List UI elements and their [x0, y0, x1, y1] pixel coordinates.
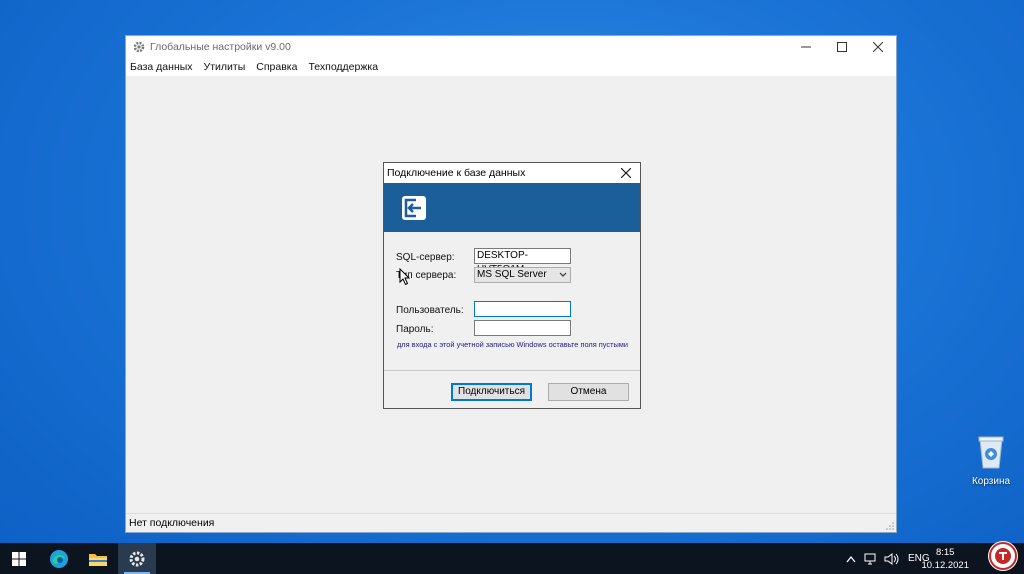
dialog-separator — [384, 370, 640, 371]
recycle-bin-label: Корзина — [971, 476, 1011, 487]
minimize-button[interactable] — [788, 36, 824, 58]
chevron-up-icon[interactable] — [846, 555, 856, 563]
connect-button[interactable]: Подключиться — [451, 383, 532, 401]
mouse-cursor-icon — [399, 268, 411, 286]
server-type-select[interactable]: MS SQL Server — [474, 267, 571, 283]
dialog-banner — [384, 183, 640, 232]
dialog-title-bar[interactable]: Подключение к базе данных — [384, 163, 640, 183]
menu-help[interactable]: Справка — [256, 61, 297, 73]
title-bar[interactable]: Глобальные настройки v9.00 — [126, 36, 896, 58]
app-gear-icon — [132, 40, 146, 54]
server-type-value: MS SQL Server — [477, 269, 547, 280]
system-tray: ENG — [846, 543, 930, 574]
window-title: Глобальные настройки v9.00 — [150, 41, 291, 53]
user-input[interactable] — [474, 301, 571, 317]
clock-time: 8:15 — [935, 547, 955, 558]
user-label: Пользователь: — [396, 305, 464, 316]
menu-support[interactable]: Техподдержка — [308, 61, 378, 73]
sql-server-label: SQL-сервер: — [396, 252, 455, 263]
clock[interactable]: 8:15 10.12.2021 — [921, 546, 969, 572]
status-text: Нет подключения — [129, 517, 215, 529]
maximize-button[interactable] — [824, 36, 860, 58]
recycle-bin[interactable]: Корзина — [966, 434, 1016, 487]
clock-date: 10.12.2021 — [921, 560, 969, 571]
channel-logo-icon — [988, 541, 1018, 571]
close-button[interactable] — [860, 36, 896, 58]
dialog-title: Подключение к базе данных — [387, 167, 526, 179]
menu-utilities[interactable]: Утилиты — [204, 61, 246, 73]
edge-icon[interactable] — [40, 543, 78, 574]
menu-database[interactable]: База данных — [130, 61, 193, 73]
login-icon — [402, 196, 426, 220]
dialog-close-button[interactable] — [618, 165, 634, 181]
sql-server-input[interactable]: DESKTOP-HVT5O1M — [474, 248, 571, 275]
cancel-button[interactable]: Отмена — [548, 383, 629, 401]
login-hint: для входа с этой учетной записью Windows… — [397, 340, 628, 349]
taskbar: ENG 8:15 10.12.2021 — [0, 541, 1024, 574]
connect-dialog: Подключение к базе данных SQL-сервер: DE… — [383, 162, 641, 409]
password-label: Пароль: — [396, 324, 434, 335]
network-icon[interactable] — [864, 553, 878, 565]
file-explorer-icon[interactable] — [79, 543, 117, 574]
password-input[interactable] — [474, 320, 571, 336]
status-bar: Нет подключения — [126, 513, 896, 532]
menu-bar: База данных Утилиты Справка Техподдержка — [126, 58, 896, 76]
windows-start-icon[interactable] — [0, 543, 38, 574]
chevron-down-icon — [559, 272, 567, 277]
resize-grip-icon[interactable] — [886, 522, 894, 530]
recycle-bin-icon — [976, 434, 1006, 470]
settings-gear-icon[interactable] — [118, 543, 156, 574]
volume-icon[interactable] — [884, 552, 900, 565]
